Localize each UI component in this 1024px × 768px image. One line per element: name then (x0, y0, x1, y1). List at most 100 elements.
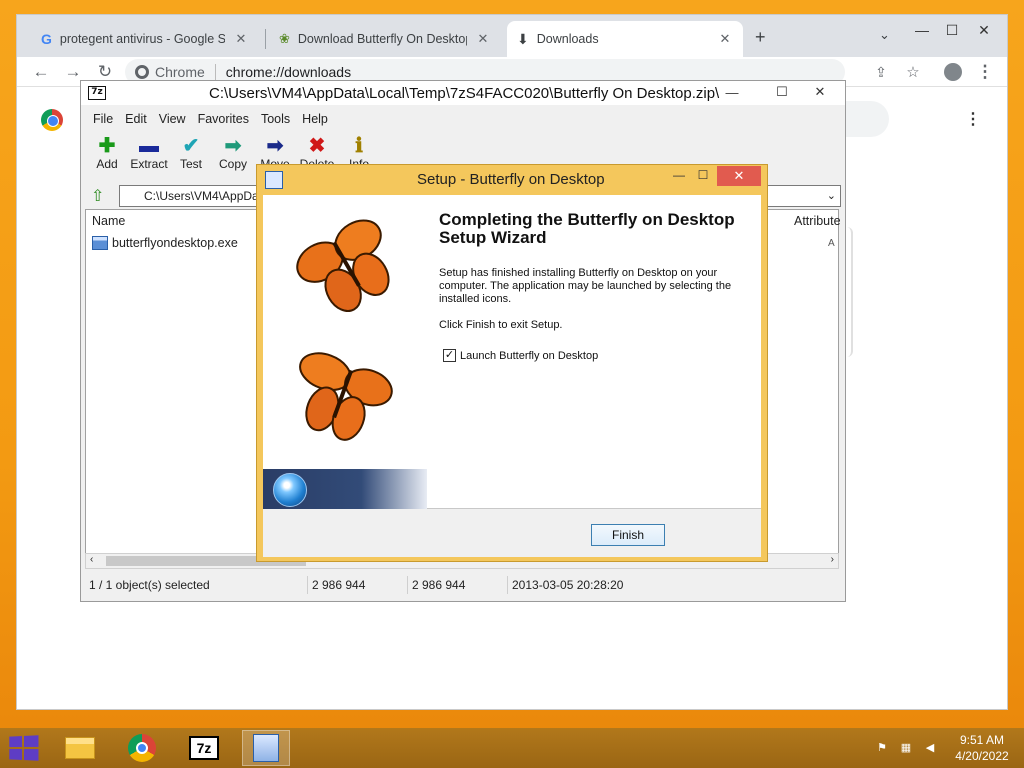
exe-file-icon (92, 236, 108, 250)
finish-button[interactable]: Finish (591, 524, 665, 546)
tab-title: Downloads (536, 32, 599, 46)
extract-icon: ▬ (139, 135, 159, 157)
close-button[interactable]: ✕ (967, 15, 1001, 45)
chevron-down-icon[interactable]: ⌄ (827, 186, 836, 206)
finished-text: Setup has finished installing Butterfly … (439, 267, 732, 305)
tab-title: Download Butterfly On Desktop (297, 32, 467, 46)
folder-icon (65, 737, 95, 759)
test-button[interactable]: ✔ Test (169, 135, 213, 171)
taskbar-7zip[interactable]: 7z (180, 730, 228, 766)
omnibox-chip: Chrome (155, 64, 205, 80)
setup-body: Completing the Butterfly on Desktop Setu… (263, 195, 761, 557)
copy-button[interactable]: ➡ Copy (211, 135, 255, 171)
chrome-logo-icon (135, 65, 149, 79)
profile-avatar-icon[interactable] (941, 61, 965, 83)
close-icon[interactable]: ✕ (233, 31, 249, 47)
maximize-button[interactable]: ☐ (765, 81, 799, 103)
tool-label: Test (179, 157, 202, 171)
bookmark-star-icon[interactable]: ☆ (901, 61, 925, 83)
windows-orb-icon (273, 473, 307, 507)
download-icon: ⬇ (517, 30, 529, 47)
google-g-icon: G (41, 31, 52, 47)
launch-checkbox[interactable]: ✓ (443, 349, 456, 362)
taskbar-setup[interactable] (242, 730, 290, 766)
maximize-button[interactable]: ☐ (935, 15, 969, 45)
file-name: butterflyondesktop.exe (112, 236, 238, 250)
minimize-button[interactable]: — (715, 81, 749, 103)
column-header-attributes[interactable]: Attribute (788, 210, 840, 232)
menu-help[interactable]: Help (296, 112, 334, 126)
file-row[interactable]: butterflyondesktop.exe (92, 234, 238, 252)
downloads-menu-icon[interactable]: ⋮ (965, 109, 981, 129)
setup-icon (253, 734, 279, 762)
tool-label: Copy (218, 157, 247, 171)
add-button[interactable]: ✚ Add (85, 135, 129, 171)
close-button[interactable]: ✕ (717, 166, 761, 186)
setup-wizard-dialog: Setup - Butterfly on Desktop — ☐ ✕ Compl… (256, 164, 768, 562)
menu-tools[interactable]: Tools (255, 112, 296, 126)
folder-up-icon[interactable]: ⇧ (91, 186, 111, 206)
close-icon[interactable]: ✕ (717, 31, 733, 47)
tab-search-chevron-icon[interactable]: ⌄ (879, 27, 890, 43)
chrome-icon (128, 734, 156, 762)
copy-icon: ➡ (224, 135, 242, 157)
taskbar-chrome[interactable] (118, 730, 166, 766)
setup-title-bar: Setup - Butterfly on Desktop — ☐ ✕ (257, 165, 767, 193)
tool-label: Add (96, 157, 118, 171)
dialog-title: Setup - Butterfly on Desktop (417, 171, 605, 188)
info-icon: ℹ (355, 135, 363, 157)
back-arrow-icon[interactable]: ← (29, 61, 53, 83)
setup-icon (265, 171, 283, 189)
scroll-right-icon[interactable]: › (831, 554, 834, 565)
butterfly-site-icon: ❀ (279, 31, 290, 46)
clock-time: 9:51 AM (959, 733, 1005, 747)
clock[interactable]: 9:51 AM 4/20/2022 (944, 732, 1020, 764)
maximize-button[interactable]: ☐ (689, 165, 717, 185)
taskbar-file-explorer[interactable] (56, 730, 104, 766)
move-icon: ➡ (266, 135, 284, 157)
status-modified: 2013-03-05 20:28:20 (507, 576, 667, 594)
tab-butterfly-download[interactable]: ❀ Download Butterfly On Desktop ✕ (269, 21, 501, 57)
wizard-heading: Completing the Butterfly on Desktop Setu… (439, 210, 735, 247)
tab-downloads[interactable]: ⬇ Downloads ✕ (507, 21, 743, 57)
7zip-icon: 7z (189, 736, 219, 760)
taskbar: 7z ⚑ ▦ ◀ 9:51 AM 4/20/2022 (0, 728, 1024, 768)
minimize-button[interactable]: — (905, 15, 939, 45)
menu-favorites[interactable]: Favorites (192, 112, 255, 126)
url-text: chrome://downloads (225, 64, 352, 80)
menu-edit[interactable]: Edit (119, 112, 153, 126)
share-icon[interactable]: ⇪ (869, 61, 893, 83)
tab-strip: G protegent antivirus - Google Sea ✕ ❀ D… (17, 15, 1007, 57)
launch-checkbox-row[interactable]: ✓ Launch Butterfly on Desktop (443, 349, 598, 362)
close-icon[interactable]: ✕ (475, 31, 491, 47)
clock-date: 4/20/2022 (955, 749, 1009, 763)
browser-menu-icon[interactable]: ⋮ (973, 61, 997, 83)
menu-view[interactable]: View (153, 112, 192, 126)
tab-separator (265, 29, 266, 49)
test-icon: ✔ (182, 135, 200, 157)
status-bar: 1 / 1 object(s) selected 2 986 944 2 986… (81, 573, 845, 595)
7zip-logo-icon: 7z (88, 86, 106, 100)
action-center-icon[interactable]: ⚑ (874, 741, 890, 755)
volume-muted-icon[interactable]: ◀ (922, 741, 938, 755)
window-title: C:\Users\VM4\AppData\Local\Temp\7zS4FACC… (209, 85, 720, 102)
butterfly-image-icon (296, 219, 393, 441)
wizard-content: Completing the Butterfly on Desktop Setu… (263, 195, 761, 509)
menu-bar: File Edit View Favorites Tools Help (81, 108, 845, 130)
file-attribute: A (828, 238, 835, 249)
tab-title: protegent antivirus - Google Sea (59, 32, 225, 46)
delete-icon: ✖ (308, 135, 326, 157)
click-finish-text: Click Finish to exit Setup. (439, 319, 563, 331)
extract-button[interactable]: ▬ Extract (127, 135, 171, 171)
network-icon[interactable]: ▦ (898, 741, 914, 755)
start-button[interactable] (9, 735, 39, 761)
close-button[interactable]: ✕ (803, 81, 837, 103)
tab-google-search[interactable]: G protegent antivirus - Google Sea ✕ (31, 21, 259, 57)
scroll-left-icon[interactable]: ‹ (90, 554, 93, 565)
status-size: 2 986 944 (307, 576, 407, 594)
chrome-logo-icon (41, 109, 63, 131)
menu-file[interactable]: File (87, 112, 119, 126)
omnibox-separator (214, 64, 216, 80)
new-tab-button[interactable]: + (755, 27, 766, 48)
status-packed-size: 2 986 944 (407, 576, 507, 594)
